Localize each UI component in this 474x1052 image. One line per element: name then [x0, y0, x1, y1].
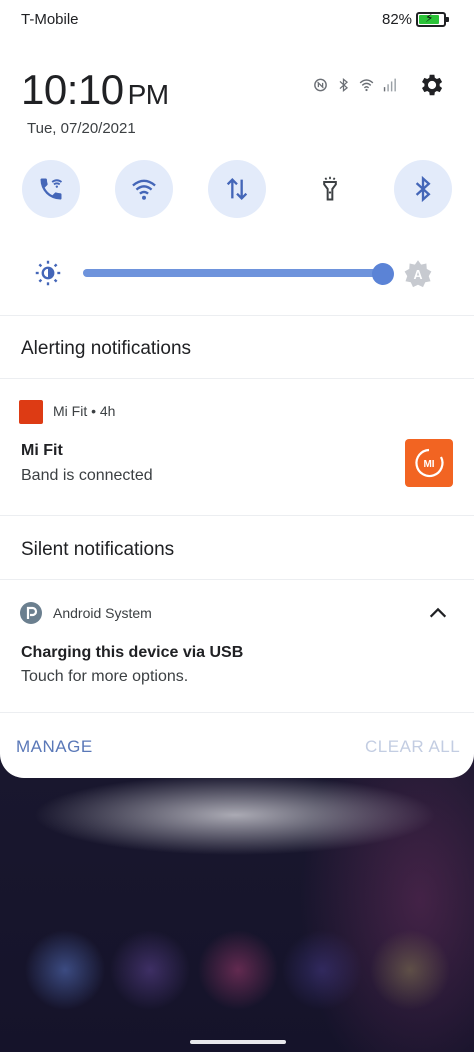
flashlight-icon	[323, 176, 337, 201]
tile-wifi[interactable]	[115, 160, 173, 218]
notification-app-name: Android System	[53, 605, 152, 621]
android-system-icon	[20, 602, 42, 624]
battery-icon: ⚡	[416, 11, 449, 27]
manage-button[interactable]: MANAGE	[16, 737, 93, 757]
quick-settings-tiles	[22, 160, 452, 218]
phone-wifi-icon	[40, 178, 63, 200]
section-title-alerting: Alerting notifications	[21, 338, 192, 359]
svg-text:A: A	[413, 268, 422, 282]
nfc-icon	[314, 78, 327, 92]
wifi-icon	[132, 179, 156, 200]
data-arrows-icon	[226, 178, 248, 200]
divider	[0, 378, 474, 379]
divider	[0, 579, 474, 580]
clock-time: 10:10	[21, 66, 124, 113]
clear-all-button[interactable]: CLEAR ALL	[365, 737, 460, 757]
brightness-slider[interactable]	[83, 263, 394, 285]
brightness-icon	[35, 260, 61, 286]
tile-flashlight[interactable]	[301, 160, 359, 218]
mi-fit-thumbnail: MI	[405, 439, 453, 487]
carrier-label: T-Mobile	[21, 11, 79, 28]
clock[interactable]: 10:10 PM	[21, 66, 169, 114]
tile-mobile-data[interactable]	[208, 160, 266, 218]
status-icons	[312, 74, 398, 96]
mi-logo-icon: MI	[415, 448, 444, 478]
notification-text: Touch for more options.	[21, 668, 189, 685]
brightness-slider-thumb[interactable]	[372, 263, 394, 285]
divider	[0, 315, 474, 316]
notification-text: Band is connected	[21, 467, 153, 484]
notification-shade: T-Mobile 82% ⚡ 10:10PM Tue, 07/20/2021	[0, 0, 474, 778]
tile-wifi-calling[interactable]	[22, 160, 80, 218]
home-indicator[interactable]	[190, 1040, 286, 1044]
brightness-slider-fill	[83, 269, 383, 277]
charging-bolt-icon: ⚡	[425, 11, 434, 25]
notification-meta: Mi Fit • 4h	[53, 403, 116, 419]
tile-bluetooth[interactable]	[394, 160, 452, 218]
clock-ampm: PM	[127, 79, 170, 110]
divider	[0, 515, 474, 516]
wifi-icon	[359, 79, 374, 92]
auto-brightness-icon[interactable]: A	[403, 259, 433, 289]
mi-fit-app-icon	[19, 400, 43, 424]
bluetooth-icon	[339, 78, 349, 92]
notification-title: Mi Fit	[21, 442, 63, 459]
mi-logo-text: MI	[423, 459, 434, 470]
date-label[interactable]: Tue, 07/20/2021	[27, 120, 136, 137]
notification-title: Charging this device via USB	[21, 644, 244, 661]
signal-icon	[383, 78, 396, 92]
brightness-row: A	[30, 258, 450, 288]
gear-icon[interactable]	[417, 71, 445, 99]
bluetooth-icon	[415, 175, 431, 203]
section-title-silent: Silent notifications	[21, 539, 175, 560]
status-bar: T-Mobile 82% ⚡	[0, 0, 474, 40]
divider	[0, 712, 474, 713]
chevron-up-icon[interactable]	[426, 602, 450, 624]
battery-percent: 82%	[382, 11, 413, 28]
